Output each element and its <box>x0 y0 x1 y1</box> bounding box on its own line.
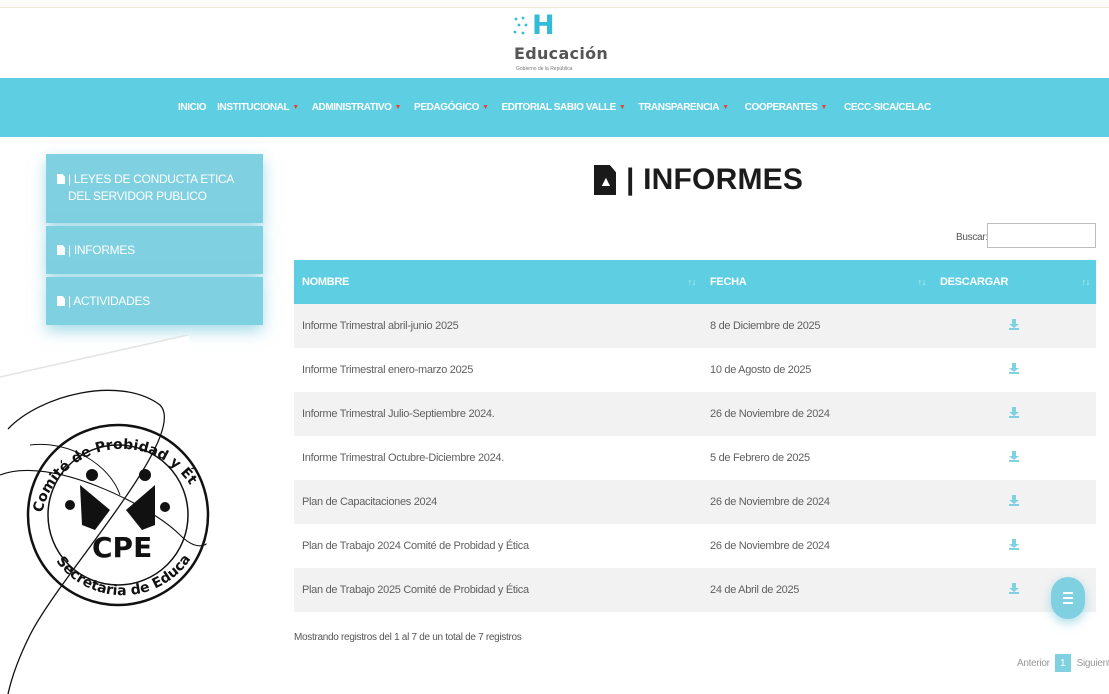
site-logo[interactable]: H Educación Gobierno de la República <box>505 10 625 76</box>
download-icon[interactable] <box>1009 451 1019 462</box>
nav-item-cooperantes[interactable]: COOPERANTES ▼ <box>744 102 828 113</box>
chevron-down-icon: ▼ <box>394 104 402 111</box>
sidebar-item-leyes[interactable]: | LEYES DE CONDUCTA ETICA DEL SERVIDOR P… <box>46 154 263 223</box>
cell-descargar <box>932 304 1096 348</box>
sort-icon: ↑↓ <box>917 277 927 287</box>
cell-descargar <box>932 480 1096 524</box>
table-row: Informe Trimestral Julio-Septiembre 2024… <box>294 392 1096 436</box>
pagination-page-button[interactable]: 1 <box>1054 654 1071 672</box>
chevron-down-icon: ▼ <box>618 104 626 111</box>
logo-subtitle: Gobierno de la República <box>516 66 573 72</box>
nav-item-pedag-gico[interactable]: PEDAGÓGICO ▼ <box>414 102 489 113</box>
search-input[interactable] <box>987 223 1096 248</box>
search-label: Buscar: <box>956 232 988 243</box>
download-icon[interactable] <box>1009 583 1019 594</box>
nav-item-institucional[interactable]: INSTITUCIONAL ▼ <box>217 102 299 113</box>
sidebar: | LEYES DE CONDUCTA ETICA DEL SERVIDOR P… <box>46 154 263 328</box>
cell-nombre: Informe Trimestral enero-marzo 2025 <box>294 348 702 392</box>
cell-fecha: 10 de Agosto de 2025 <box>702 348 932 392</box>
table-row: Plan de Trabajo 2025 Comité de Probidad … <box>294 568 1096 612</box>
sort-asc-icon: ↑↓ <box>687 277 697 287</box>
sidebar-item-label: | ACTIVIDADES <box>68 294 150 308</box>
stars-icon <box>513 16 528 35</box>
cell-fecha: 26 de Noviembre de 2024 <box>702 480 932 524</box>
cell-nombre: Informe Trimestral abril-junio 2025 <box>294 304 702 348</box>
chevron-down-icon: ▼ <box>820 104 828 111</box>
cell-nombre: Informe Trimestral Octubre-Diciembre 202… <box>294 436 702 480</box>
download-icon[interactable] <box>1009 363 1019 374</box>
nav-item-label: ADMINISTRATIVO <box>311 102 392 113</box>
top-border <box>0 0 1109 8</box>
table-row: Informe Trimestral Octubre-Diciembre 202… <box>294 436 1096 480</box>
floating-menu-button[interactable] <box>1051 577 1085 619</box>
table-info: Mostrando registros del 1 al 7 de un tot… <box>294 632 522 643</box>
cell-fecha: 26 de Noviembre de 2024 <box>702 524 932 568</box>
table-header-row: NOMBRE ↑↓ FECHA ↑↓ DESCARGAR ↑↓ <box>294 260 1096 304</box>
nav-item-label: EDITORIAL SABIO VALLE <box>501 102 616 113</box>
cell-nombre: Plan de Trabajo 2025 Comité de Probidad … <box>294 568 702 612</box>
chevron-down-icon: ▼ <box>292 104 299 111</box>
logo-mark: H <box>532 10 555 41</box>
nav-item-label: PEDAGÓGICO <box>414 102 479 113</box>
column-header-descargar[interactable]: DESCARGAR ↑↓ <box>932 260 1096 304</box>
cell-fecha: 26 de Noviembre de 2024 <box>702 392 932 436</box>
informes-table: NOMBRE ↑↓ FECHA ↑↓ DESCARGAR ↑↓ Informe Tri… <box>294 260 1096 612</box>
pdf-file-icon: ▲ <box>594 165 616 195</box>
cell-nombre: Informe Trimestral Julio-Septiembre 2024… <box>294 392 702 436</box>
download-icon[interactable] <box>1009 319 1019 330</box>
committee-stamp-image: Comité de Probidad y Ética Secretaria de… <box>0 335 265 694</box>
cell-fecha: 5 de Febrero de 2025 <box>702 436 932 480</box>
file-icon <box>57 296 65 306</box>
cell-nombre: Plan de Trabajo 2024 Comité de Probidad … <box>294 524 702 568</box>
nav-list: INICIO INSTITUCIONAL ▼ ADMINISTRATIVO ▼ PEDAG… <box>178 78 931 137</box>
table-row: Informe Trimestral enero-marzo 2025 10 de… <box>294 348 1096 392</box>
column-header-fecha[interactable]: FECHA ↑↓ <box>702 260 932 304</box>
nav-item-cecc-sica-celac[interactable]: CECC-SICA/CELAC <box>844 102 931 113</box>
download-icon[interactable] <box>1009 407 1019 418</box>
page-title-text: | INFORMES <box>626 163 804 196</box>
download-icon[interactable] <box>1009 495 1019 506</box>
table-row: Informe Trimestral abril-junio 2025 8 de … <box>294 304 1096 348</box>
nav-item-inicio[interactable]: INICIO <box>178 102 207 113</box>
chevron-down-icon: ▼ <box>722 104 729 111</box>
nav-item-label: CECC-SICA/CELAC <box>844 102 931 113</box>
file-icon <box>57 174 65 184</box>
menu-icon <box>1063 592 1073 594</box>
pagination-prev-button[interactable]: Anterior <box>1017 658 1050 669</box>
cell-fecha: 24 de Abril de 2025 <box>702 568 932 612</box>
main-navbar: INICIO INSTITUCIONAL ▼ ADMINISTRATIVO ▼ PEDAG… <box>0 78 1109 137</box>
page-title: ▲ | INFORMES <box>594 160 803 200</box>
nav-item-label: INICIO <box>178 102 207 113</box>
nav-item-label: TRANSPARENCIA <box>638 102 720 113</box>
cell-descargar <box>932 436 1096 480</box>
pagination-next-button[interactable]: Siguiente <box>1077 658 1109 669</box>
chevron-down-icon: ▼ <box>481 104 489 111</box>
table-row: Plan de Capacitaciones 2024 26 de Noviemb… <box>294 480 1096 524</box>
column-header-nombre[interactable]: NOMBRE ↑↓ <box>294 260 702 304</box>
cell-nombre: Plan de Capacitaciones 2024 <box>294 480 702 524</box>
cell-descargar <box>932 524 1096 568</box>
sidebar-item-actividades[interactable]: | ACTIVIDADES <box>46 277 263 325</box>
table-row: Plan de Trabajo 2024 Comité de Probidad … <box>294 524 1096 568</box>
sidebar-item-informes[interactable]: | INFORMES <box>46 226 263 274</box>
sidebar-item-label: | INFORMES <box>68 243 135 257</box>
sidebar-item-label: | LEYES DE CONDUCTA ETICA DEL SERVIDOR P… <box>68 172 234 203</box>
nav-item-administrativo[interactable]: ADMINISTRATIVO ▼ <box>311 102 402 113</box>
logo-name: Educación <box>514 44 609 63</box>
cell-fecha: 8 de Diciembre de 2025 <box>702 304 932 348</box>
cell-descargar <box>932 392 1096 436</box>
download-icon[interactable] <box>1009 539 1019 550</box>
nav-item-transparencia[interactable]: TRANSPARENCIA ▼ <box>638 102 729 113</box>
nav-item-label: COOPERANTES <box>744 102 818 113</box>
table-body: Informe Trimestral abril-junio 2025 8 de … <box>294 304 1096 612</box>
sort-icon: ↑↓ <box>1081 277 1091 287</box>
pagination: Anterior 1 Siguiente <box>1017 654 1109 672</box>
nav-item-editorial-sabio-valle[interactable]: EDITORIAL SABIO VALLE ▼ <box>501 102 625 113</box>
file-icon <box>57 245 65 255</box>
stamp-center-text: CPE <box>92 531 152 564</box>
nav-item-label: INSTITUCIONAL <box>217 102 290 113</box>
cell-descargar <box>932 348 1096 392</box>
